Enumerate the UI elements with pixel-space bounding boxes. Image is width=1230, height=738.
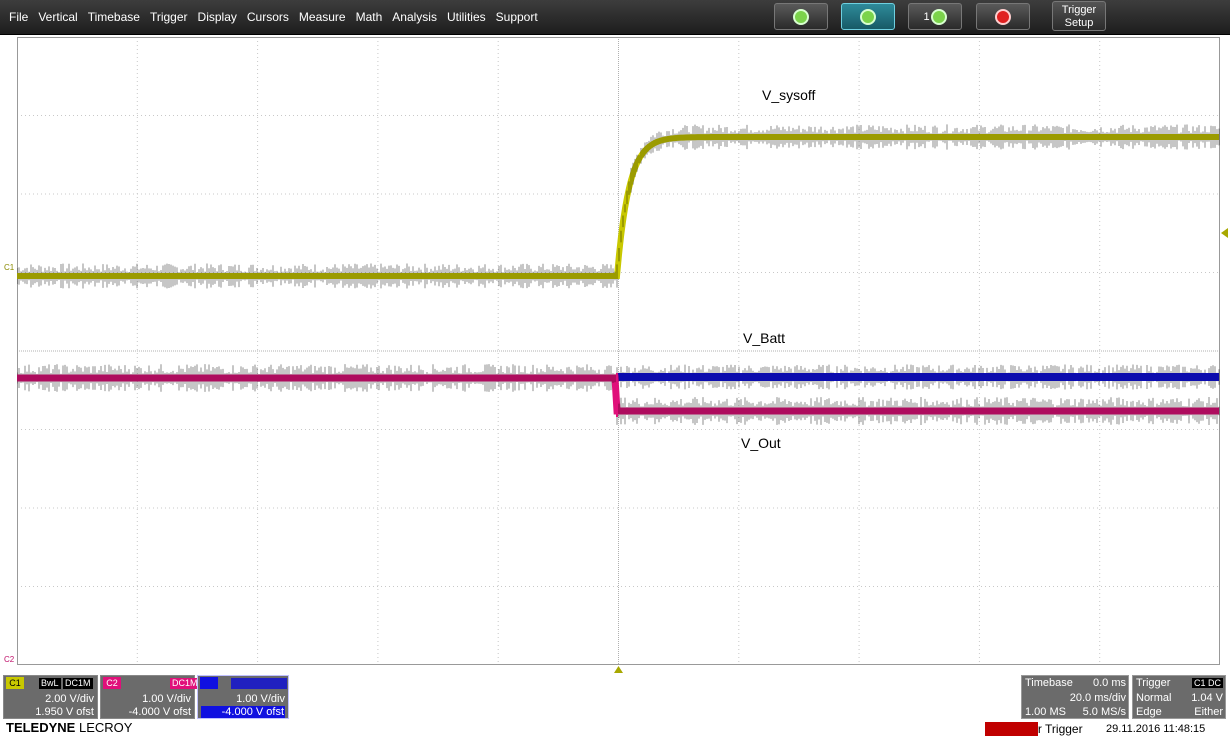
menu-analysis[interactable]: Analysis: [392, 10, 437, 24]
trigger-descriptor[interactable]: Trigger C1 DC Normal 1.04 V Edge Either: [1132, 675, 1226, 719]
timebase-tdiv: 20.0 ms/div: [1069, 692, 1126, 704]
c1-ground-marker[interactable]: C1: [4, 263, 14, 272]
trigger-setup-label-1: Trigger: [1061, 4, 1097, 16]
single-trigger-button[interactable]: 1: [908, 3, 962, 30]
trigger-source: C1 DC: [1191, 678, 1223, 688]
channel-3-descriptor[interactable]: 1.00 V/div -4.000 V ofst: [197, 675, 289, 719]
menu-timebase[interactable]: Timebase: [88, 10, 140, 24]
menu-file[interactable]: File: [9, 10, 28, 24]
channel-2-badge-coupling: DC1M: [170, 678, 200, 689]
trigger-setup-button[interactable]: Trigger Setup: [1052, 1, 1106, 31]
timebase-descriptor[interactable]: Timebase 0.0 ms 20.0 ms/div 1.00 MS 5.0 …: [1021, 675, 1129, 719]
v-sysoff-label: V_sysoff: [762, 87, 816, 103]
menu-math[interactable]: Math: [356, 10, 383, 24]
channel-1-descriptor[interactable]: C1 BwL DC1M 2.00 V/div 1.950 V ofst: [3, 675, 98, 719]
trigger-label: Trigger: [1136, 677, 1171, 689]
menu-utilities[interactable]: Utilities: [447, 10, 486, 24]
timebase-label: Timebase: [1025, 677, 1073, 689]
auto-trigger-button[interactable]: [774, 3, 828, 30]
status-warning-highlight: Waiting fo: [985, 722, 1038, 736]
channel-2-tag: C2: [103, 677, 121, 689]
normal-trigger-icon: [860, 8, 876, 25]
brand-name-light: LECROY: [78, 720, 133, 735]
timebase-delay: 0.0 ms: [1092, 677, 1126, 689]
menu-display[interactable]: Display: [198, 10, 237, 24]
channel-3-tag: [200, 677, 218, 689]
menu-cursors[interactable]: Cursors: [247, 10, 289, 24]
brand-logo: TELEDYNE LECROY: [6, 720, 132, 735]
brand-name-bold: TELEDYNE: [6, 720, 76, 735]
channel-1-tag: C1: [6, 677, 24, 689]
timebase-rate: 5.0 MS/s: [1082, 706, 1126, 718]
trigger-mode: Normal: [1136, 692, 1172, 704]
main-menu: File Vertical Timebase Trigger Display C…: [0, 0, 539, 34]
grid-lines: [17, 37, 1220, 665]
c2-ground-marker[interactable]: C2: [4, 655, 14, 664]
channel-3-badge: [231, 678, 287, 689]
channel-3-offset: -4.000 V ofst: [201, 706, 285, 718]
status-text: r Trigger: [1037, 722, 1083, 736]
trigger-slope: Either: [1194, 706, 1223, 718]
channel-1-offset: 1.950 V ofst: [35, 706, 94, 718]
v-out-label: V_Out: [741, 435, 781, 451]
single-trigger-icon: [930, 8, 947, 25]
normal-trigger-button[interactable]: [841, 3, 895, 30]
stop-icon: [995, 8, 1011, 25]
channel-2-vdiv: 1.00 V/div: [142, 693, 191, 705]
trigger-level-marker[interactable]: [1221, 228, 1229, 238]
menu-measure[interactable]: Measure: [299, 10, 346, 24]
date-time: 29.11.2016 11:48:15: [1106, 723, 1206, 735]
trigger-level: 1.04 V: [1191, 692, 1223, 704]
acquisition-status: Waiting for Trigger: [985, 722, 1083, 736]
menu-support[interactable]: Support: [496, 10, 538, 24]
channel-1-badge-coupling: DC1M: [63, 678, 93, 689]
timebase-samples: 1.00 MS: [1025, 706, 1066, 718]
menu-bar: File Vertical Timebase Trigger Display C…: [0, 0, 1230, 35]
channel-2-descriptor[interactable]: C2 DC1M 1.00 V/div -4.000 V ofst: [100, 675, 200, 719]
v-batt-label: V_Batt: [743, 330, 786, 346]
waveform-grid[interactable]: [17, 37, 1220, 665]
channel-2-offset: -4.000 V ofst: [128, 706, 191, 718]
trigger-time-marker[interactable]: [614, 666, 623, 674]
auto-trigger-icon: [793, 8, 809, 25]
trigger-setup-label-2: Setup: [1064, 17, 1094, 29]
stop-button[interactable]: [976, 3, 1030, 30]
channel-1-vdiv: 2.00 V/div: [45, 693, 94, 705]
channel-1-badge-bwl: BwL: [39, 678, 61, 689]
menu-vertical[interactable]: Vertical: [38, 10, 77, 24]
single-trigger-digit: 1: [923, 10, 930, 23]
trigger-type: Edge: [1136, 706, 1162, 718]
menu-trigger[interactable]: Trigger: [150, 10, 188, 24]
channel-3-vdiv: 1.00 V/div: [236, 693, 285, 705]
